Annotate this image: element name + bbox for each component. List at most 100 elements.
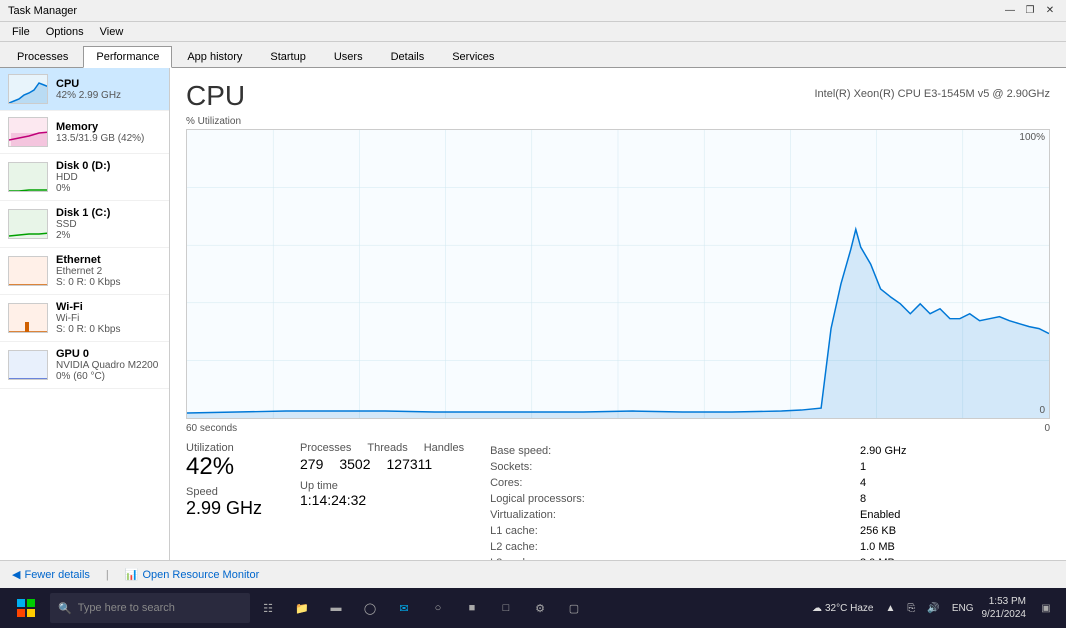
sidebar: CPU 42% 2.99 GHz Memory 13.5/31.9 GB (42… xyxy=(0,68,170,560)
weather-icon: ☁ xyxy=(812,603,822,614)
title-bar: Task Manager — ❐ ✕ xyxy=(0,0,1066,22)
sockets-label: Sockets: xyxy=(490,460,858,474)
taskview-button[interactable]: ☷ xyxy=(252,590,284,626)
wifi-thumbnail xyxy=(8,303,48,333)
sidebar-item-disk1[interactable]: Disk 1 (C:) SSD 2% xyxy=(0,201,169,248)
stats-right: Base speed: 2.90 GHz Sockets: 1 Cores: 4… xyxy=(488,442,1050,560)
memory-label: Memory xyxy=(56,121,161,133)
minimize-button[interactable]: — xyxy=(1002,3,1018,19)
logical-processors-label: Logical processors: xyxy=(490,492,858,506)
gpu0-info: GPU 0 NVIDIA Quadro M2200 0% (60 °C) xyxy=(56,348,161,382)
stats-middle: Processes Threads Handles 279 3502 12731… xyxy=(300,442,464,508)
notification-button[interactable]: ▣ xyxy=(1030,590,1062,626)
l1-cache-label: L1 cache: xyxy=(490,524,858,538)
speed-value: 2.99 GHz xyxy=(186,498,276,519)
sidebar-item-gpu0[interactable]: GPU 0 NVIDIA Quadro M2200 0% (60 °C) xyxy=(0,342,169,389)
menu-file[interactable]: File xyxy=(4,24,38,40)
ethernet-adapter: Ethernet 2 xyxy=(56,266,161,277)
cpu-thumbnail xyxy=(8,74,48,104)
speed-label: Speed xyxy=(186,486,276,498)
chevron-left-icon: ◀ xyxy=(12,568,20,581)
virtualization-value: Enabled xyxy=(860,508,1048,522)
disk0-type: HDD xyxy=(56,172,161,183)
search-placeholder: Type here to search xyxy=(78,602,175,614)
disk0-label: Disk 0 (D:) xyxy=(56,160,161,172)
sidebar-item-cpu[interactable]: CPU 42% 2.99 GHz xyxy=(0,68,169,111)
disk1-usage: 2% xyxy=(56,230,161,241)
tab-details[interactable]: Details xyxy=(378,46,438,67)
l3-cache-label: L3 cache: xyxy=(490,556,858,560)
processes-value: 279 xyxy=(300,456,323,472)
tab-startup[interactable]: Startup xyxy=(257,46,318,67)
menu-view[interactable]: View xyxy=(92,24,132,40)
cpu-usage: 42% 2.99 GHz xyxy=(56,90,161,101)
threads-value: 3502 xyxy=(339,456,370,472)
wifi-label: Wi-Fi xyxy=(56,301,161,313)
disk0-usage: 0% xyxy=(56,183,161,194)
tab-services[interactable]: Services xyxy=(439,46,507,67)
file-explorer-button[interactable]: 📁 xyxy=(286,590,318,626)
browser2-button[interactable]: ○ xyxy=(422,590,454,626)
date-display: 9/21/2024 xyxy=(982,608,1027,621)
app1-button[interactable]: ■ xyxy=(456,590,488,626)
base-speed-value: 2.90 GHz xyxy=(860,444,1048,458)
weather-info: 32°C Haze xyxy=(825,603,873,614)
disk1-thumbnail xyxy=(8,209,48,239)
tab-app-history[interactable]: App history xyxy=(174,46,255,67)
proc-thread-handles-labels: Processes Threads Handles xyxy=(300,442,464,454)
app-title: Task Manager xyxy=(8,5,77,17)
sidebar-item-disk0[interactable]: Disk 0 (D:) HDD 0% xyxy=(0,154,169,201)
tab-processes[interactable]: Processes xyxy=(4,46,81,67)
ethernet-thumbnail xyxy=(8,256,48,286)
cpu-title: CPU xyxy=(186,80,245,112)
l2-cache-label: L2 cache: xyxy=(490,540,858,554)
memory-info: Memory 13.5/31.9 GB (42%) xyxy=(56,121,161,144)
handles-value: 127311 xyxy=(387,456,433,472)
main-area: CPU 42% 2.99 GHz Memory 13.5/31.9 GB (42… xyxy=(0,68,1066,560)
restore-button[interactable]: ❐ xyxy=(1022,3,1038,19)
sidebar-item-wifi[interactable]: Wi-Fi Wi-Fi S: 0 R: 0 Kbps xyxy=(0,295,169,342)
close-button[interactable]: ✕ xyxy=(1042,3,1058,19)
l3-cache-value: 8.0 MB xyxy=(860,556,1048,560)
open-resource-monitor-link[interactable]: 📊 Open Resource Monitor xyxy=(125,568,259,581)
up-arrow-icon: ▲ xyxy=(885,603,895,614)
fewer-details-link[interactable]: ◀ Fewer details xyxy=(12,568,90,581)
skype-button[interactable]: ✉ xyxy=(388,590,420,626)
taskbar-right: ☁ 32°C Haze ▲ ⎘ 🔊 ENG 1:53 PM 9/21/2024 … xyxy=(808,590,1062,626)
logical-processors-value: 8 xyxy=(860,492,1048,506)
taskbar: 🔍 Type here to search ☷ 📁 ▬ ◯ ✉ ○ ■ □ ⚙ … xyxy=(0,588,1066,628)
wifi-adapter: Wi-Fi xyxy=(56,313,161,324)
taskbar-search[interactable]: 🔍 Type here to search xyxy=(50,593,250,623)
cores-label: Cores: xyxy=(490,476,858,490)
settings-button[interactable]: ⚙ xyxy=(524,590,556,626)
search-icon: 🔍 xyxy=(58,602,72,615)
sidebar-item-ethernet[interactable]: Ethernet Ethernet 2 S: 0 R: 0 Kbps xyxy=(0,248,169,295)
cpu-info: CPU 42% 2.99 GHz xyxy=(56,78,161,101)
sidebar-item-memory[interactable]: Memory 13.5/31.9 GB (42%) xyxy=(0,111,169,154)
gpu0-usage: 0% (60 °C) xyxy=(56,371,161,382)
ethernet-speed: S: 0 R: 0 Kbps xyxy=(56,277,161,288)
proc-thread-handles-values: 279 3502 127311 xyxy=(300,456,464,472)
app2-button[interactable]: □ xyxy=(490,590,522,626)
wifi-speed: S: 0 R: 0 Kbps xyxy=(56,324,161,335)
ethernet-label: Ethernet xyxy=(56,254,161,266)
chart-min-label: 0 xyxy=(1039,405,1045,416)
clock: 1:53 PM 9/21/2024 xyxy=(982,595,1027,621)
tab-users[interactable]: Users xyxy=(321,46,376,67)
l2-cache-value: 1.0 MB xyxy=(860,540,1048,554)
app3-button[interactable]: ▢ xyxy=(558,590,590,626)
sound-icon-area: 🔊 xyxy=(923,603,943,614)
language-area: ENG xyxy=(948,603,978,614)
sockets-value: 1 xyxy=(860,460,1048,474)
content-header: CPU Intel(R) Xeon(R) CPU E3-1545M v5 @ 2… xyxy=(186,80,1050,112)
chart-time-label: 60 seconds xyxy=(186,423,237,434)
uptime-label: Up time xyxy=(300,480,464,492)
chart-time: 60 seconds 0 xyxy=(186,423,1050,434)
chrome-button[interactable]: ◯ xyxy=(354,590,386,626)
tab-bar: Processes Performance App history Startu… xyxy=(0,42,1066,68)
disk1-type: SSD xyxy=(56,219,161,230)
terminal-button[interactable]: ▬ xyxy=(320,590,352,626)
menu-options[interactable]: Options xyxy=(38,24,92,40)
start-button[interactable] xyxy=(4,590,48,626)
tab-performance[interactable]: Performance xyxy=(83,46,172,68)
